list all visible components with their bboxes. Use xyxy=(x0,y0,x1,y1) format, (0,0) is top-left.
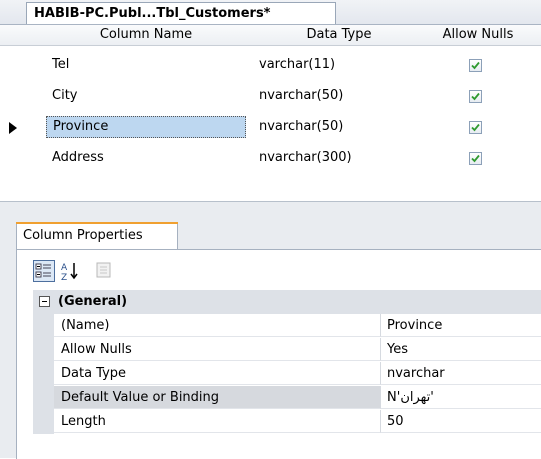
document-tab[interactable]: HABIB-PC.Publ...Tbl_Customers* xyxy=(26,2,336,24)
grid-header: Column Name Data Type Allow Nulls xyxy=(0,25,541,46)
allow-nulls-checkbox[interactable] xyxy=(469,152,482,165)
property-name[interactable]: Allow Nulls xyxy=(54,338,381,361)
property-row[interactable]: Data Type nvarchar xyxy=(33,362,541,386)
property-gutter xyxy=(33,386,54,410)
sort-alphabetical-button[interactable]: A Z xyxy=(60,260,82,283)
group-title: (General) xyxy=(58,294,128,309)
property-value[interactable]: 50 xyxy=(381,410,541,433)
property-value[interactable]: N'تهران' xyxy=(381,386,541,409)
property-row-selected[interactable]: Default Value or Binding N'تهران' xyxy=(33,386,541,410)
column-name-header[interactable]: Column Name xyxy=(46,25,246,45)
categorized-button[interactable] xyxy=(33,260,55,282)
property-gutter xyxy=(33,314,54,338)
checkmark-icon xyxy=(471,92,480,101)
property-grid: (General) (Name) Province Allow Nulls Ye… xyxy=(33,290,541,459)
allow-nulls-checkbox[interactable] xyxy=(469,90,482,103)
properties-toolbar: A Z xyxy=(17,250,541,290)
group-header-general[interactable]: (General) xyxy=(33,290,541,314)
property-name[interactable]: Data Type xyxy=(54,362,381,385)
property-pages-icon xyxy=(96,262,111,278)
data-type-cell[interactable]: varchar(11) xyxy=(259,54,335,76)
property-value[interactable]: Yes xyxy=(381,338,541,361)
collapse-icon[interactable] xyxy=(39,296,50,307)
property-row[interactable]: Length 50 xyxy=(33,410,541,434)
property-name[interactable]: (Name) xyxy=(54,314,381,337)
property-gutter xyxy=(33,338,54,362)
property-name[interactable]: Length xyxy=(54,410,381,433)
column-name-cell[interactable]: Address xyxy=(46,147,246,169)
tab-column-properties[interactable]: Column Properties xyxy=(16,222,178,249)
allow-nulls-checkbox[interactable] xyxy=(469,59,482,72)
column-properties-panel: Column Properties A Z (General) (Name) P… xyxy=(0,201,541,459)
data-type-cell[interactable]: nvarchar(50) xyxy=(259,116,343,138)
property-pages-button[interactable] xyxy=(94,260,116,282)
grid-row[interactable]: Address nvarchar(300) xyxy=(0,143,541,174)
column-name-cell[interactable]: City xyxy=(46,85,246,107)
column-grid: Column Name Data Type Allow Nulls Tel va… xyxy=(0,25,541,201)
allow-nulls-checkbox[interactable] xyxy=(469,121,482,134)
property-value[interactable]: Province xyxy=(381,314,541,337)
property-gutter xyxy=(33,362,54,386)
checkmark-icon xyxy=(471,123,480,132)
properties-body: A Z (General) (Name) Province Allow Null… xyxy=(16,249,541,459)
checkmark-icon xyxy=(471,154,480,163)
column-name-cell[interactable]: Province xyxy=(46,116,246,138)
data-type-cell[interactable]: nvarchar(300) xyxy=(259,147,352,169)
data-type-cell[interactable]: nvarchar(50) xyxy=(259,85,343,107)
svg-text:Z: Z xyxy=(61,273,67,282)
allow-nulls-header[interactable]: Allow Nulls xyxy=(425,25,531,45)
checkmark-icon xyxy=(471,61,480,70)
svg-text:A: A xyxy=(61,263,68,273)
document-tab-strip: HABIB-PC.Publ...Tbl_Customers* xyxy=(0,0,541,25)
grid-row[interactable]: City nvarchar(50) xyxy=(0,81,541,112)
grid-row-selected[interactable]: Province nvarchar(50) xyxy=(0,112,541,143)
property-row[interactable]: (Name) Province xyxy=(33,314,541,338)
property-value[interactable]: nvarchar xyxy=(381,362,541,385)
property-row[interactable]: Allow Nulls Yes xyxy=(33,338,541,362)
property-gutter xyxy=(33,410,54,434)
property-name[interactable]: Default Value or Binding xyxy=(54,386,381,409)
column-name-cell[interactable]: Tel xyxy=(46,54,246,76)
grid-row[interactable]: Tel varchar(11) xyxy=(0,50,541,81)
categorized-icon xyxy=(35,263,51,278)
tab-label: Column Properties xyxy=(23,228,143,243)
sort-alphabetical-icon: A Z xyxy=(61,263,78,283)
row-selector-arrow-icon xyxy=(9,122,17,134)
data-type-header[interactable]: Data Type xyxy=(259,25,419,45)
document-tab-title: HABIB-PC.Publ...Tbl_Customers* xyxy=(34,6,271,21)
